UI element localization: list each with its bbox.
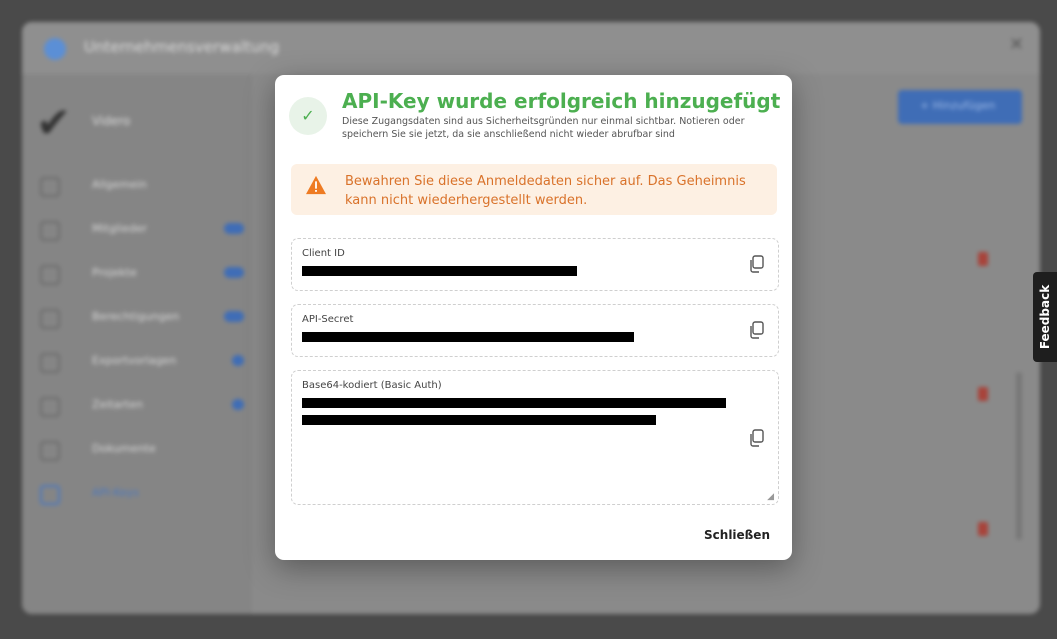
feedback-tab[interactable]: Feedback — [1033, 272, 1057, 362]
sidebar-item-label: API-Keys — [92, 486, 140, 499]
sidebar-item-label: Dokumente — [92, 442, 156, 455]
warning-banner: Bewahren Sie diese Anmeldedaten sicher a… — [291, 164, 777, 215]
base64-label: Base64-kodiert (Basic Auth) — [302, 380, 442, 391]
documents-icon — [40, 441, 60, 461]
sidebar-item-label: Allgemein — [92, 178, 147, 191]
api-key-created-dialog: ✓ API-Key wurde erfolgreich hinzugefügt … — [275, 75, 792, 560]
api-secret-value-redacted — [302, 332, 634, 342]
users-icon — [40, 221, 60, 241]
success-badge: ✓ — [289, 97, 327, 135]
clock-icon — [40, 397, 60, 417]
base64-basic-auth-field[interactable]: Base64-kodiert (Basic Auth) ◢ — [291, 370, 779, 505]
background-header: Unternehmensverwaltung ✕ — [22, 22, 1040, 74]
sidebar-item-exportvorlagen: Exportvorlagen — [22, 350, 252, 373]
count-badge — [224, 267, 244, 278]
document-icon — [40, 309, 60, 329]
sidebar-item-label: Berechtigungen — [92, 310, 180, 323]
background-scrollbar — [1016, 372, 1022, 540]
sidebar-item-label: Projekte — [92, 266, 137, 279]
sidebar-item-allgemein: Allgemein — [22, 174, 252, 197]
background-add-button-label: + Hinzufügen — [920, 99, 996, 112]
delete-icon — [978, 252, 988, 266]
feedback-tab-label: Feedback — [1038, 284, 1052, 350]
client-id-value-redacted — [302, 266, 577, 276]
background-close-icon: ✕ — [1008, 34, 1024, 55]
sidebar-item-dokumente: Dokumente — [22, 438, 252, 461]
textarea-resize-handle[interactable]: ◢ — [767, 492, 774, 502]
background-sidebar: ✔ Videro Allgemein Mitglieder Projekte B… — [22, 74, 252, 614]
api-secret-field: API-Secret — [291, 304, 779, 357]
sidebar-item-api-keys: API-Keys — [22, 482, 252, 505]
copy-icon[interactable] — [748, 255, 764, 273]
company-logo-icon: ✔ — [36, 98, 72, 147]
warning-icon — [306, 175, 326, 195]
background-window-title: Unternehmensverwaltung — [84, 38, 280, 56]
sidebar-item-label: Exportvorlagen — [92, 354, 177, 367]
delete-icon — [978, 387, 988, 401]
sidebar-item-label: Mitglieder — [92, 222, 147, 235]
dialog-subtitle: Diese Zugangsdaten sind aus Sicherheitsg… — [342, 116, 745, 140]
sidebar-item-label: Zeitarten — [92, 398, 143, 411]
copy-icon[interactable] — [748, 321, 764, 339]
app-logo-icon — [44, 38, 66, 60]
dialog-title: API-Key wurde erfolgreich hinzugefügt — [342, 89, 781, 113]
count-badge — [232, 399, 244, 410]
client-id-field: Client ID — [291, 238, 779, 291]
info-icon — [40, 177, 60, 197]
client-id-label: Client ID — [302, 248, 345, 259]
sidebar-item-projekte: Projekte — [22, 262, 252, 285]
count-badge — [224, 311, 244, 322]
sidebar-item-zeitarten: Zeitarten — [22, 394, 252, 417]
delete-icon — [978, 522, 988, 536]
background-add-button: + Hinzufügen — [898, 90, 1022, 124]
template-icon — [40, 353, 60, 373]
checkmark-icon: ✓ — [301, 106, 315, 125]
copy-icon[interactable] — [748, 429, 764, 447]
sidebar-item-mitglieder: Mitglieder — [22, 218, 252, 241]
key-icon — [40, 485, 60, 505]
count-badge — [232, 355, 244, 366]
api-secret-label: API-Secret — [302, 314, 354, 325]
sidebar-item-berechtigungen: Berechtigungen — [22, 306, 252, 329]
warning-text: Bewahren Sie diese Anmeldedaten sicher a… — [345, 174, 746, 208]
sidebar-company-name: Videro — [92, 114, 131, 128]
count-badge — [224, 223, 244, 234]
close-button[interactable]: Schließen — [704, 528, 770, 542]
base64-value-redacted-line-1 — [302, 398, 726, 408]
folder-icon — [40, 265, 60, 285]
base64-value-redacted-line-2 — [302, 415, 656, 425]
